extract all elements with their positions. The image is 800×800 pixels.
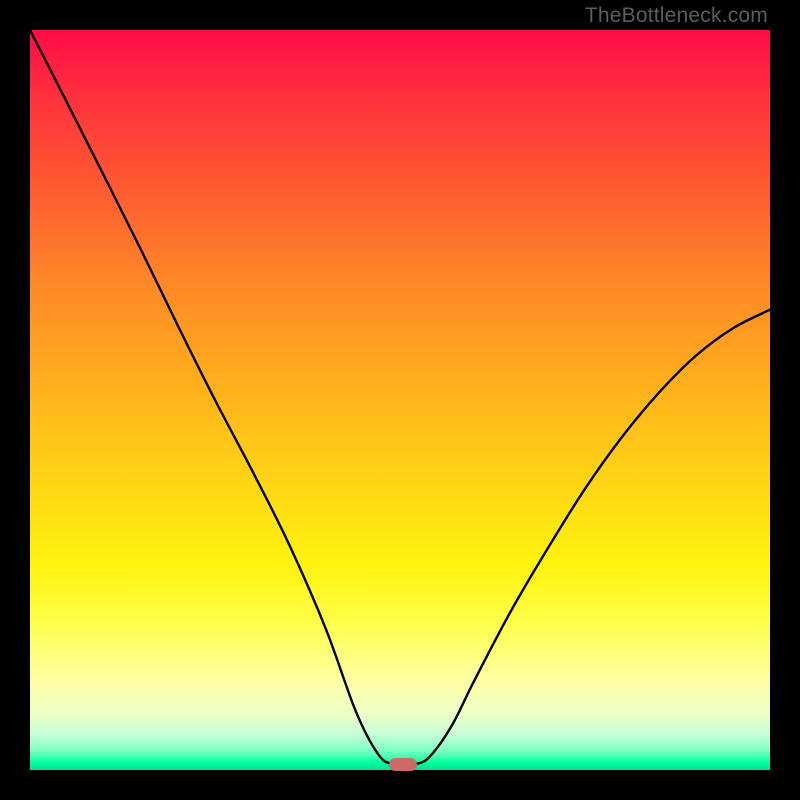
watermark-text: TheBottleneck.com <box>585 4 768 28</box>
bottleneck-curve <box>30 30 770 770</box>
curve-path <box>30 30 770 765</box>
chart-frame: TheBottleneck.com <box>0 0 800 800</box>
minimum-marker <box>389 758 417 771</box>
